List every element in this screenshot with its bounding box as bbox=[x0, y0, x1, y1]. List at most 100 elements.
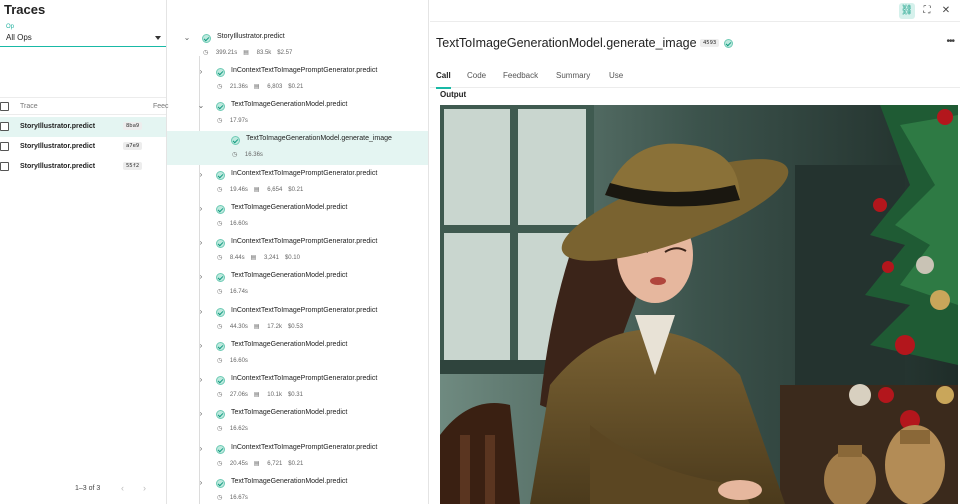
node-name: TextToImageGenerationModel.predict bbox=[231, 341, 348, 348]
row-checkbox[interactable] bbox=[0, 142, 9, 151]
chevron-right-icon[interactable]: › bbox=[197, 307, 205, 316]
node-duration: 16.74s bbox=[229, 289, 248, 295]
tree-node[interactable]: TextToImageGenerationModel.generate_imag… bbox=[167, 131, 428, 165]
row-checkbox[interactable] bbox=[0, 122, 9, 131]
trace-row[interactable]: StoryIllustrator.predict 8ba9 bbox=[0, 117, 166, 137]
node-duration: 16.62s bbox=[229, 426, 248, 432]
tree-node[interactable]: › TextToImageGenerationModel.predict ◷ 16.… bbox=[167, 337, 428, 371]
tree-view-icon[interactable]: ⛓ bbox=[899, 3, 915, 19]
chevron-right-icon[interactable]: › bbox=[197, 375, 205, 384]
node-name: InContextTextToImagePromptGenerator.pred… bbox=[231, 375, 378, 382]
node-duration: 19.46s bbox=[229, 187, 248, 193]
check-circle-icon bbox=[724, 39, 733, 48]
node-name: InContextTextToImagePromptGenerator.pred… bbox=[231, 67, 378, 74]
chevron-right-icon[interactable]: › bbox=[197, 170, 205, 179]
tree-node[interactable]: › InContextTextToImagePromptGenerator.pre… bbox=[167, 63, 428, 97]
node-meta: ◷ 44.30s ▤ 17.2k $0.53 bbox=[217, 323, 309, 330]
database-icon: ▤ bbox=[253, 392, 262, 398]
database-icon: ▤ bbox=[250, 255, 258, 261]
clock-icon: ◷ bbox=[217, 358, 224, 364]
check-circle-icon bbox=[216, 273, 225, 282]
chevron-right-icon[interactable]: › bbox=[197, 444, 205, 453]
tree-node[interactable]: › TextToImageGenerationModel.predict ◷ 16.… bbox=[167, 474, 428, 504]
node-name: TextToImageGenerationModel.predict bbox=[231, 409, 348, 416]
node-meta: ◷ 16.67s bbox=[217, 494, 254, 501]
node-meta: ◷ 16.60s bbox=[217, 220, 254, 227]
prev-page-icon[interactable]: ‹ bbox=[121, 483, 124, 493]
tree-node[interactable]: › TextToImageGenerationModel.predict ◷ 16.… bbox=[167, 200, 428, 234]
tab-use[interactable]: Use bbox=[609, 71, 623, 80]
trace-hash-badge[interactable]: a7e9 bbox=[123, 142, 143, 150]
tab-code[interactable]: Code bbox=[467, 71, 486, 80]
chevron-down-icon[interactable]: ⌄ bbox=[183, 33, 191, 42]
trace-hash-badge[interactable]: 8ba9 bbox=[123, 122, 143, 130]
tree-node[interactable]: › InContextTextToImagePromptGenerator.pre… bbox=[167, 440, 428, 474]
output-image bbox=[440, 105, 958, 504]
node-name: InContextTextToImagePromptGenerator.pred… bbox=[231, 238, 378, 245]
trace-hash-badge[interactable]: 55f2 bbox=[123, 162, 143, 170]
node-meta: ◷ 16.60s bbox=[217, 357, 254, 364]
tree-node[interactable]: › InContextTextToImagePromptGenerator.pre… bbox=[167, 234, 428, 268]
row-checkbox[interactable] bbox=[0, 162, 9, 171]
col-trace[interactable]: Trace bbox=[20, 103, 38, 110]
node-name: InContextTextToImagePromptGenerator.pred… bbox=[231, 444, 378, 451]
chevron-right-icon[interactable]: › bbox=[197, 204, 205, 213]
chevron-right-icon[interactable]: › bbox=[197, 478, 205, 487]
chevron-down-icon[interactable]: ⌄ bbox=[197, 101, 205, 110]
clock-icon: ◷ bbox=[217, 324, 224, 330]
tree-node[interactable]: › InContextTextToImagePromptGenerator.pre… bbox=[167, 303, 428, 337]
node-duration: 399.21s bbox=[215, 50, 238, 56]
tree-node[interactable]: › InContextTextToImagePromptGenerator.pre… bbox=[167, 371, 428, 405]
node-duration: 16.36s bbox=[244, 152, 263, 158]
clock-icon: ◷ bbox=[217, 84, 224, 90]
node-cost: $2.57 bbox=[277, 50, 293, 56]
check-circle-icon bbox=[216, 205, 225, 214]
node-name: TextToImageGenerationModel.predict bbox=[231, 101, 348, 108]
node-meta: ◷ 20.45s ▤ 6,721 $0.21 bbox=[217, 460, 309, 467]
node-name: TextToImageGenerationModel.generate_imag… bbox=[246, 135, 392, 142]
database-icon: ▤ bbox=[253, 187, 262, 193]
check-circle-icon bbox=[216, 239, 225, 248]
node-name: StoryIllustrator.predict bbox=[217, 33, 285, 40]
node-name: TextToImageGenerationModel.predict bbox=[231, 478, 348, 485]
check-circle-icon bbox=[216, 376, 225, 385]
tree-node[interactable]: › TextToImageGenerationModel.predict ◷ 16.… bbox=[167, 268, 428, 302]
database-icon: ▤ bbox=[253, 461, 262, 467]
tree-node[interactable]: › TextToImageGenerationModel.predict ◷ 16.… bbox=[167, 405, 428, 439]
next-page-icon[interactable]: › bbox=[143, 483, 146, 493]
tab-summary[interactable]: Summary bbox=[556, 71, 590, 80]
node-cost: $0.10 bbox=[284, 255, 300, 261]
chevron-right-icon[interactable]: › bbox=[197, 67, 205, 76]
check-circle-icon bbox=[202, 34, 211, 43]
trace-row[interactable]: StoryIllustrator.predict 55f2 bbox=[0, 157, 166, 177]
more-options-icon[interactable]: ••• bbox=[946, 36, 954, 47]
op-select[interactable]: All Ops bbox=[0, 29, 166, 47]
tree-node[interactable]: ⌄ StoryIllustrator.predict ◷ 399.21s ▤ 83.5… bbox=[167, 29, 428, 63]
tab-feedback[interactable]: Feedback bbox=[503, 71, 538, 80]
node-tokens: 10.1k bbox=[267, 392, 282, 398]
node-tokens: 3,241 bbox=[263, 255, 279, 261]
call-id-badge[interactable]: 4593 bbox=[700, 39, 720, 47]
database-icon: ▤ bbox=[253, 84, 262, 90]
trace-name: StoryIllustrator.predict bbox=[20, 163, 96, 170]
tree-node[interactable]: › InContextTextToImagePromptGenerator.pre… bbox=[167, 166, 428, 200]
clock-icon: ◷ bbox=[217, 461, 224, 467]
chevron-right-icon[interactable]: › bbox=[197, 409, 205, 418]
node-tokens: 17.2k bbox=[267, 324, 282, 330]
chevron-right-icon[interactable]: › bbox=[197, 341, 205, 350]
chevron-right-icon[interactable]: › bbox=[197, 238, 205, 247]
trace-row[interactable]: StoryIllustrator.predict a7e9 bbox=[0, 137, 166, 157]
call-tree: ⌄ StoryIllustrator.predict ◷ 399.21s ▤ 83.5… bbox=[167, 0, 429, 504]
pagination: 1–3 of 3 ‹ › bbox=[0, 476, 166, 504]
node-name: TextToImageGenerationModel.predict bbox=[231, 204, 348, 211]
chevron-right-icon[interactable]: › bbox=[197, 272, 205, 281]
tree-node[interactable]: ⌄ TextToImageGenerationModel.predict ◷ 17.… bbox=[167, 97, 428, 131]
node-cost: $0.21 bbox=[288, 187, 304, 193]
close-icon[interactable]: ✕ bbox=[938, 3, 954, 19]
panel-title: Traces bbox=[4, 2, 46, 17]
clock-icon: ◷ bbox=[217, 289, 224, 295]
call-detail: ⛓ ⛶ ✕ TextToImageGenerationModel.generat… bbox=[430, 0, 960, 504]
tab-call[interactable]: Call bbox=[436, 71, 451, 89]
select-all-checkbox[interactable] bbox=[0, 102, 9, 111]
expand-icon[interactable]: ⛶ bbox=[919, 3, 935, 19]
